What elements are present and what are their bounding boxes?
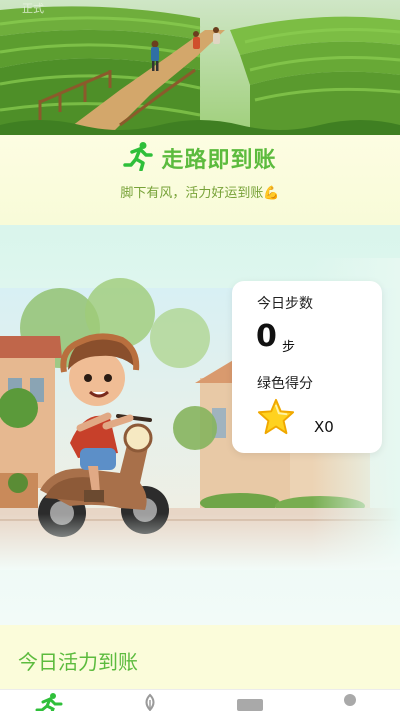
tea-field-illustration <box>0 0 400 135</box>
score-count: X0 <box>314 418 334 436</box>
star-icon <box>257 398 295 436</box>
nav-item-leaf[interactable] <box>130 693 170 711</box>
nav-item-walk[interactable] <box>30 693 70 711</box>
hero-banner: 正式 <box>0 0 400 135</box>
steps-value: 0 <box>256 319 277 354</box>
vitality-section: 今日活力到账 <box>0 625 400 691</box>
vitality-title: 今日活力到账 <box>18 650 138 674</box>
card-icon <box>236 693 264 711</box>
steps-label: 今日步数 <box>257 296 313 312</box>
title-row: 走路即到账 <box>0 141 400 175</box>
title-section: 走路即到账 脚下有风，活力好运到账💪 <box>0 135 400 225</box>
page-subtitle: 脚下有风，活力好运到账💪 <box>120 186 280 201</box>
hero-tag: 正式 <box>22 2 44 15</box>
score-label: 绿色得分 <box>257 376 313 392</box>
bottom-nav <box>0 689 400 711</box>
walking-icon <box>35 693 65 711</box>
nav-item-card[interactable] <box>230 693 270 711</box>
running-icon <box>123 141 155 175</box>
profile-icon <box>341 693 359 711</box>
steps-unit: 步 <box>282 340 296 355</box>
nav-item-profile[interactable] <box>330 693 370 711</box>
page-title: 走路即到账 <box>161 148 277 173</box>
stats-card: 今日步数 0 步 绿色得分 X0 <box>232 281 382 453</box>
leaf-icon <box>142 693 158 711</box>
